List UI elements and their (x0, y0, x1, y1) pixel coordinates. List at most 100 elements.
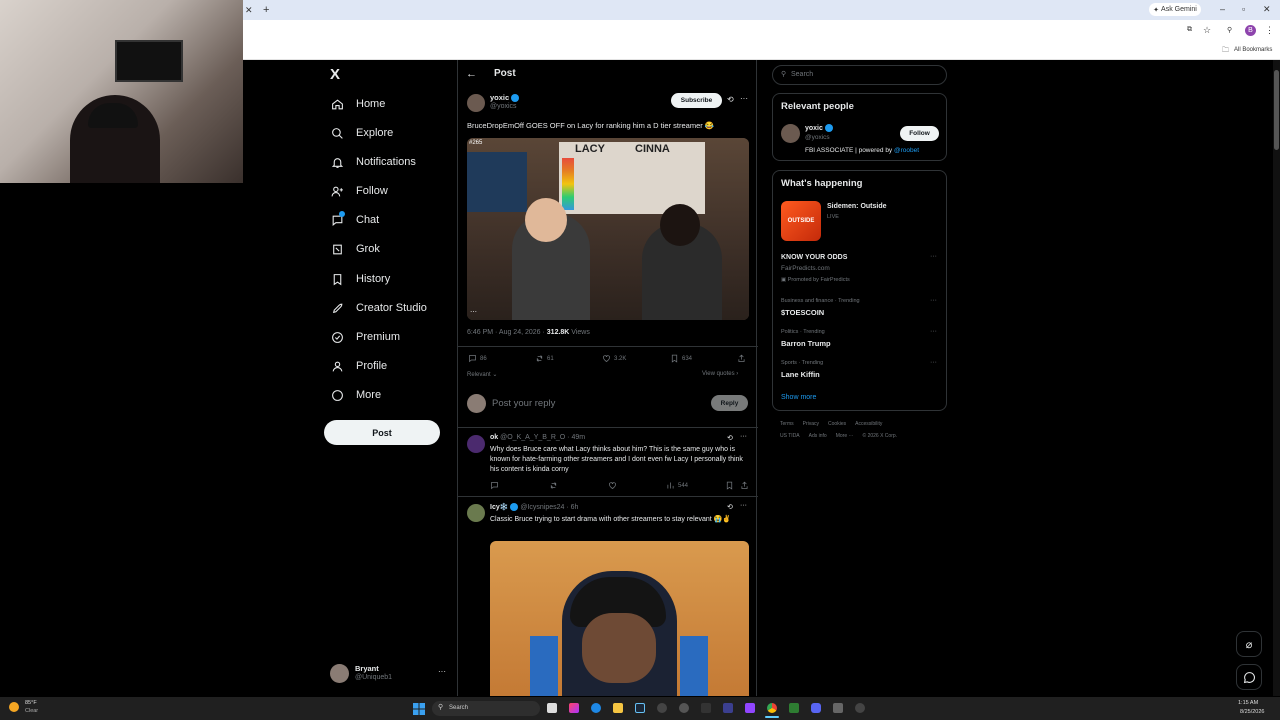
app-icon-2[interactable] (679, 703, 689, 713)
ask-gemini-button[interactable]: ✦ Ask Gemini (1149, 3, 1201, 16)
author-name[interactable]: yoxic (490, 93, 520, 103)
reply-author[interactable]: Icy❄️ (490, 504, 508, 511)
extensions-icon[interactable]: ⚲ (1227, 26, 1232, 34)
app-icon-7[interactable] (855, 703, 865, 713)
app-icon-6[interactable] (833, 703, 843, 713)
bookmark-action[interactable]: 634 (670, 354, 692, 363)
post-button[interactable]: Post (324, 420, 440, 445)
reply-handle[interactable]: @Icysnipes24 (520, 504, 564, 511)
trend-name[interactable]: Lane Kiffin (781, 370, 820, 379)
x-logo[interactable]: X (330, 66, 340, 83)
trend-more-icon[interactable]: ··· (930, 328, 937, 335)
footer-link-us-tida[interactable]: US TIDA (780, 433, 800, 439)
live-event-thumbnail[interactable]: OUTSIDE (781, 201, 821, 241)
author-handle[interactable]: @yoxics (490, 103, 517, 110)
footer-link-cookies[interactable]: Cookies (828, 421, 846, 427)
file-explorer-icon[interactable] (613, 703, 623, 713)
close-window-icon[interactable]: ✕ (1263, 4, 1271, 15)
repost-action[interactable]: 61 (535, 354, 554, 363)
reply-button[interactable]: Reply (711, 395, 748, 411)
like-action[interactable] (608, 481, 617, 490)
trend-more-icon[interactable]: ··· (930, 253, 937, 260)
grok-explain-icon[interactable]: ⟲ (727, 95, 734, 104)
reply-time[interactable]: · 6h (566, 504, 578, 511)
reply-time[interactable]: · 49m (567, 434, 585, 441)
new-tab-icon[interactable]: + (263, 4, 269, 16)
post-time[interactable]: 6:46 PM · Aug 24, 2026 · (467, 329, 547, 336)
sidebar-item-follow[interactable]: Follow (330, 184, 388, 198)
reply-handle[interactable]: @O_K_A_Y_B_R_O (500, 434, 565, 441)
footer-link-more[interactable]: More ··· (836, 433, 854, 439)
task-view-icon[interactable] (547, 703, 557, 713)
relevant-handle[interactable]: @yoxics (805, 134, 830, 141)
reply-input[interactable]: Post your reply (492, 398, 555, 409)
messages-float-icon[interactable] (1236, 664, 1262, 690)
back-arrow-icon[interactable]: ← (466, 68, 477, 80)
sidebar-item-home[interactable]: Home (330, 97, 385, 111)
share-action[interactable] (737, 354, 746, 363)
discord-icon[interactable] (811, 703, 821, 713)
windows-start-icon[interactable] (413, 702, 425, 715)
all-bookmarks-link[interactable]: All Bookmarks (1234, 47, 1272, 53)
weather-temp[interactable]: 85°F (25, 700, 37, 706)
clock-date[interactable]: 8/25/2026 (1240, 709, 1264, 715)
trend-more-icon[interactable]: ··· (930, 297, 937, 304)
page-scrollbar[interactable] (1273, 60, 1280, 696)
account-switcher[interactable]: Bryant @Uniqueb1 ··· (330, 663, 450, 685)
sidebar-item-explore[interactable]: Explore (330, 126, 393, 140)
browser-menu-icon[interactable]: ⋮ (1265, 25, 1274, 36)
twitch-icon[interactable] (745, 703, 755, 713)
post-video[interactable]: LACY CINNA #265 ⋯ (467, 138, 749, 320)
minimize-icon[interactable]: – (1220, 4, 1225, 14)
app-icon-4[interactable] (723, 703, 733, 713)
app-icon-1[interactable] (657, 703, 667, 713)
views-action[interactable]: 544 (666, 481, 688, 490)
taskbar-search[interactable]: ⚲ Search (432, 701, 540, 716)
account-menu-icon[interactable]: ··· (438, 667, 446, 676)
bookmark-action[interactable] (725, 481, 734, 490)
sidebar-item-chat[interactable]: Chat (330, 211, 379, 227)
chrome-icon[interactable] (767, 703, 777, 713)
reply-video[interactable] (490, 541, 749, 696)
steam-icon[interactable] (635, 703, 645, 713)
trend-more-icon[interactable]: ··· (930, 359, 937, 366)
footer-link-terms[interactable]: Terms (780, 421, 794, 427)
sidebar-item-more[interactable]: More (330, 388, 381, 402)
footer-link-privacy[interactable]: Privacy (803, 421, 819, 427)
like-action[interactable]: 3.2K (602, 354, 626, 363)
copilot-icon[interactable] (569, 703, 579, 713)
close-tab-icon[interactable]: ✕ (245, 5, 253, 16)
sidebar-item-notifications[interactable]: Notifications (330, 155, 416, 169)
weather-icon[interactable] (9, 702, 19, 712)
grok-explain-icon[interactable]: ⟲ (727, 434, 733, 442)
sidebar-item-profile[interactable]: Profile (330, 359, 387, 373)
sidebar-item-grok[interactable]: Grok (330, 242, 380, 256)
view-quotes-link[interactable]: View quotes › (702, 371, 738, 377)
reply-action[interactable]: 86 (468, 354, 487, 363)
scrollbar-thumb[interactable] (1274, 70, 1279, 150)
star-icon[interactable]: ☆ (1203, 25, 1211, 36)
more-options-icon[interactable]: ··· (740, 502, 747, 509)
trend-name[interactable]: Barron Trump (781, 339, 831, 348)
reply-avatar[interactable] (467, 435, 485, 453)
sidebar-item-history[interactable]: History (330, 272, 390, 286)
repost-action[interactable] (549, 481, 558, 490)
sidebar-item-creator-studio[interactable]: Creator Studio (330, 301, 427, 315)
sort-replies-dropdown[interactable]: Relevant ⌄ (467, 371, 497, 378)
promo-site[interactable]: FairPredicts.com (781, 265, 830, 272)
share-action[interactable] (740, 481, 749, 490)
grok-float-icon[interactable]: ⌀ (1236, 631, 1262, 657)
more-options-icon[interactable]: ··· (740, 94, 748, 103)
footer-link-accessibility[interactable]: Accessibility (855, 421, 882, 427)
show-more-link[interactable]: Show more (781, 394, 816, 401)
follow-button[interactable]: Follow (900, 126, 939, 141)
search-input[interactable]: ⚲ Search (772, 65, 947, 85)
restore-icon[interactable]: ▫ (1242, 4, 1245, 14)
sidebar-item-premium[interactable]: Premium (330, 330, 400, 344)
live-event-title[interactable]: Sidemen: Outside (827, 203, 887, 210)
footer-link-ads-info[interactable]: Ads info (809, 433, 827, 439)
subscribe-button[interactable]: Subscribe (671, 93, 722, 108)
app-icon-5[interactable] (789, 703, 799, 713)
author-avatar[interactable] (467, 94, 485, 112)
more-options-icon[interactable]: ··· (740, 433, 747, 440)
